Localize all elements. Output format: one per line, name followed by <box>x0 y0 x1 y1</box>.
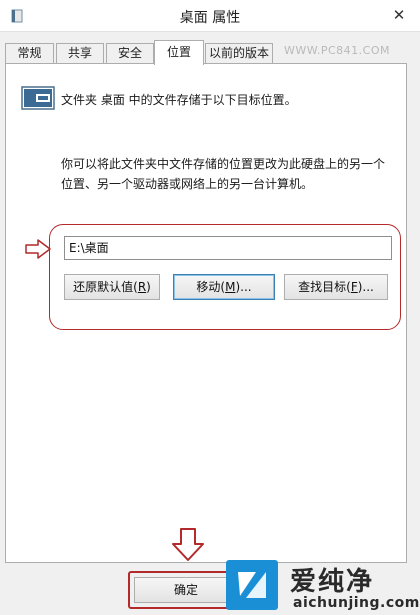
desktop-folder-icon <box>21 86 55 110</box>
site-logo-name: 爱纯净 <box>290 567 375 597</box>
close-button[interactable]: ✕ <box>386 4 412 26</box>
description-line-1: 你可以将此文件夹中文件存储的位置更改为此硬盘上的另一个 <box>61 157 386 171</box>
find-target-button[interactable]: 查找目标(F)... <box>284 274 388 300</box>
title-bar: 桌面 属性 ✕ <box>0 0 420 32</box>
site-logo-url: aichunjing.com <box>293 595 420 611</box>
location-description: 你可以将此文件夹中文件存储的位置更改为此硬盘上的另一个 位置、另一个驱动器或网络… <box>61 154 401 194</box>
description-line-2: 位置、另一个驱动器或网络上的另一台计算机。 <box>61 177 314 191</box>
tab-previous-versions[interactable]: 以前的版本 <box>205 43 273 64</box>
tab-location[interactable]: 位置 <box>154 40 204 65</box>
tab-general[interactable]: 常规 <box>5 43 54 64</box>
restore-default-button[interactable]: 还原默认值(R) <box>64 274 160 300</box>
site-logo-icon <box>226 560 278 610</box>
location-panel: 文件夹 桌面 中的文件存储于以下目标位置。 你可以将此文件夹中文件存储的位置更改… <box>5 63 407 563</box>
move-button[interactable]: 移动(M)... <box>173 274 275 300</box>
ok-button[interactable]: 确定 <box>134 577 238 603</box>
tab-sharing[interactable]: 共享 <box>56 43 104 64</box>
right-arrow-icon <box>25 239 51 259</box>
target-path-input[interactable]: E:\桌面 <box>64 236 392 260</box>
watermark-text: WWW.PC841.COM <box>284 44 390 57</box>
window-title: 桌面 属性 <box>179 10 241 26</box>
tab-security[interactable]: 安全 <box>106 43 154 64</box>
location-intro-text: 文件夹 桌面 中的文件存储于以下目标位置。 <box>61 93 297 107</box>
down-arrow-icon <box>172 528 204 561</box>
